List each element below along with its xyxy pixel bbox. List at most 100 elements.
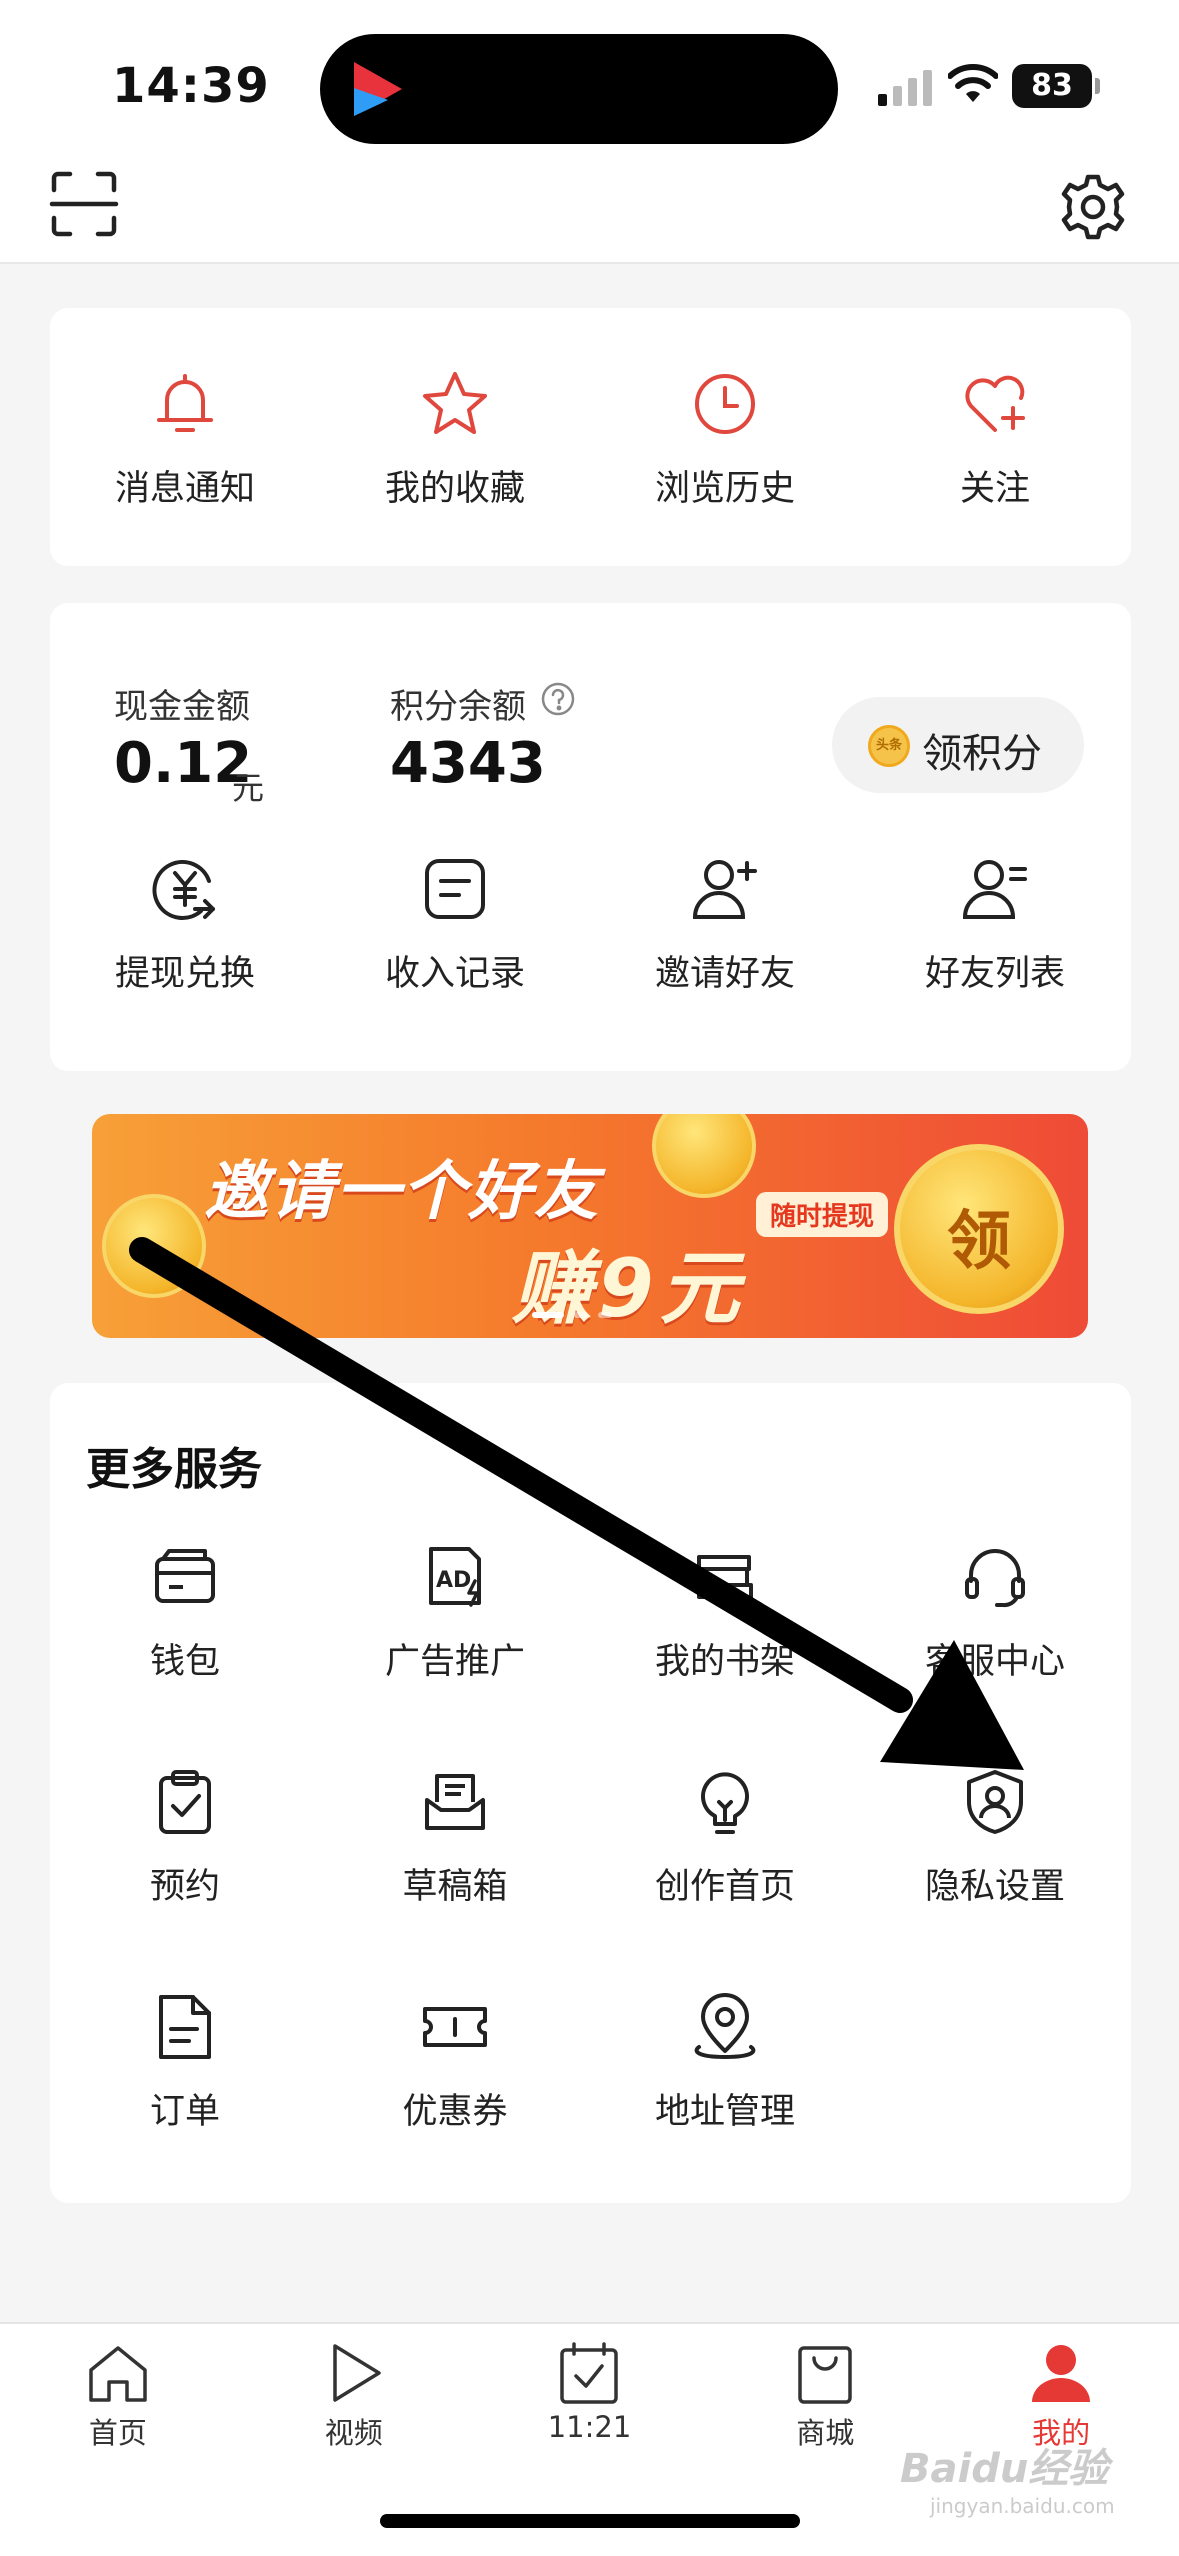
watermark-url: jingyan.baidu.com — [930, 2494, 1115, 2518]
carousel-dot — [574, 1312, 588, 1318]
decorative-coin-icon — [102, 1194, 206, 1298]
tab-video-label: 视频 — [324, 2416, 383, 2450]
yuan-exchange-icon — [152, 860, 215, 920]
invite-banner[interactable]: 邀请一个好友 随时提现 赚9元 领 — [92, 1114, 1088, 1338]
shopping-bag-icon — [798, 2346, 853, 2404]
clipboard-check-icon — [159, 1770, 211, 1834]
clock-icon — [695, 374, 755, 434]
withdraw-label: 提现兑换 — [114, 954, 255, 994]
bookshelf-label: 我的书架 — [654, 1642, 795, 1682]
creator-home-button[interactable]: 创作首页 — [590, 1766, 860, 1909]
help-icon[interactable] — [540, 681, 576, 717]
withdraw-button[interactable]: 提现兑换 — [50, 853, 320, 996]
draft-box-icon — [425, 1774, 485, 1830]
creator-home-label: 创作首页 — [654, 1867, 795, 1907]
drafts-label: 草稿箱 — [402, 1867, 508, 1907]
heart-plus-icon — [965, 375, 1025, 432]
video-app-icon — [354, 62, 402, 116]
orders-button[interactable]: 订单 — [50, 1991, 320, 2134]
record-icon — [425, 859, 485, 919]
income-record-button[interactable]: 收入记录 — [320, 853, 590, 996]
location-pin-icon — [694, 1993, 756, 2059]
orders-label: 订单 — [149, 2092, 220, 2132]
ad-icon: AD — [429, 1547, 481, 1607]
points-value[interactable]: 4343 — [390, 731, 546, 796]
bookshelf-button[interactable]: 我的书架 — [590, 1541, 860, 1684]
points-label: 积分余额 — [390, 687, 526, 727]
bell-icon — [157, 374, 213, 432]
decorative-coin-icon — [652, 1114, 756, 1198]
services-title: 更多服务 — [86, 1444, 262, 1495]
coin-icon: 头条 — [868, 725, 910, 767]
income-record-label: 收入记录 — [384, 954, 525, 994]
banner-title: 邀请一个好友 — [204, 1155, 600, 1229]
notifications-button[interactable]: 消息通知 — [50, 368, 320, 511]
following-button[interactable]: 关注 — [860, 368, 1130, 511]
coupons-label: 优惠券 — [402, 2092, 508, 2132]
carousel-dot — [532, 1312, 564, 1318]
cash-label: 现金金额 — [114, 687, 250, 727]
add-user-icon — [692, 860, 757, 919]
shield-user-icon — [967, 1770, 1023, 1834]
claim-points-label: 领积分 — [922, 731, 1042, 777]
ad-promotion-button[interactable]: AD 广告推广 — [320, 1541, 590, 1684]
user-list-icon — [962, 860, 1027, 919]
banner-subtitle: 赚9元 — [512, 1242, 746, 1335]
following-label: 关注 — [959, 469, 1030, 509]
quick-actions-card: 消息通知 我的收藏 浏览历史 关注 — [50, 308, 1131, 566]
wallet-card: 现金金额 0.12 元 积分余额 4343 头条 领积分 提现兑换 收入记录 邀… — [50, 603, 1131, 1071]
bookshelf-icon — [697, 1555, 753, 1599]
coupon-icon — [423, 2007, 487, 2047]
address-manage-label: 地址管理 — [654, 2092, 795, 2132]
more-services-card: 更多服务 钱包 AD 广告推广 我的书架 客服中心 预约 草稿箱 创作首页 隐私… — [50, 1383, 1131, 2203]
invite-friends-label: 邀请好友 — [654, 954, 795, 994]
banner-tag: 随时提现 — [756, 1192, 889, 1237]
star-icon — [423, 372, 487, 434]
drafts-button[interactable]: 草稿箱 — [320, 1766, 590, 1909]
top-bar — [0, 150, 1179, 264]
friend-list-button[interactable]: 好友列表 — [860, 853, 1130, 996]
home-indicator[interactable] — [380, 2514, 800, 2528]
invite-friends-button[interactable]: 邀请好友 — [590, 853, 860, 996]
address-manage-button[interactable]: 地址管理 — [590, 1991, 860, 2134]
tab-home[interactable]: 首页 — [0, 2324, 236, 2452]
coupons-button[interactable]: 优惠券 — [320, 1991, 590, 2134]
customer-service-button[interactable]: 客服中心 — [860, 1541, 1130, 1684]
scan-icon[interactable] — [48, 168, 120, 240]
headset-icon — [965, 1549, 1025, 1608]
reservation-button[interactable]: 预约 — [50, 1766, 320, 1909]
play-icon — [332, 2344, 381, 2402]
tab-mall[interactable]: 商城 — [707, 2324, 943, 2452]
claim-points-button[interactable]: 头条 领积分 — [832, 697, 1084, 793]
tab-calendar[interactable]: 11:21 — [472, 2324, 708, 2452]
favorites-label: 我的收藏 — [384, 469, 525, 509]
status-time: 14:39 — [112, 58, 270, 114]
wallet-icon — [155, 1549, 215, 1603]
wallet-label: 钱包 — [149, 1642, 220, 1682]
battery-indicator: 83 — [1012, 64, 1100, 108]
favorites-button[interactable]: 我的收藏 — [320, 368, 590, 511]
svg-text:AD: AD — [436, 1568, 471, 1593]
calendar-check-icon — [560, 2342, 619, 2404]
gear-icon[interactable] — [1058, 172, 1128, 242]
customer-service-label: 客服中心 — [924, 1642, 1065, 1682]
home-icon — [89, 2346, 147, 2402]
wallet-button[interactable]: 钱包 — [50, 1541, 320, 1684]
order-doc-icon — [159, 1995, 211, 2059]
watermark-brand: Baidu经验 — [900, 2446, 1109, 2492]
lightbulb-icon — [701, 1772, 749, 1834]
carousel-indicator — [532, 1312, 612, 1318]
privacy-settings-label: 隐私设置 — [924, 1867, 1065, 1907]
tab-video[interactable]: 视频 — [236, 2324, 472, 2452]
banner-claim-button[interactable]: 领 — [894, 1144, 1064, 1314]
notifications-label: 消息通知 — [114, 469, 255, 509]
dynamic-island — [320, 34, 838, 144]
tab-calendar-label: 11:21 — [547, 2410, 632, 2444]
carousel-dot — [598, 1312, 612, 1318]
privacy-settings-button[interactable]: 隐私设置 — [860, 1766, 1130, 1909]
user-icon — [1032, 2345, 1091, 2402]
history-button[interactable]: 浏览历史 — [590, 368, 860, 511]
tab-mine[interactable]: 我的 — [943, 2324, 1179, 2452]
wifi-icon — [948, 64, 998, 102]
tab-home-label: 首页 — [88, 2416, 147, 2450]
